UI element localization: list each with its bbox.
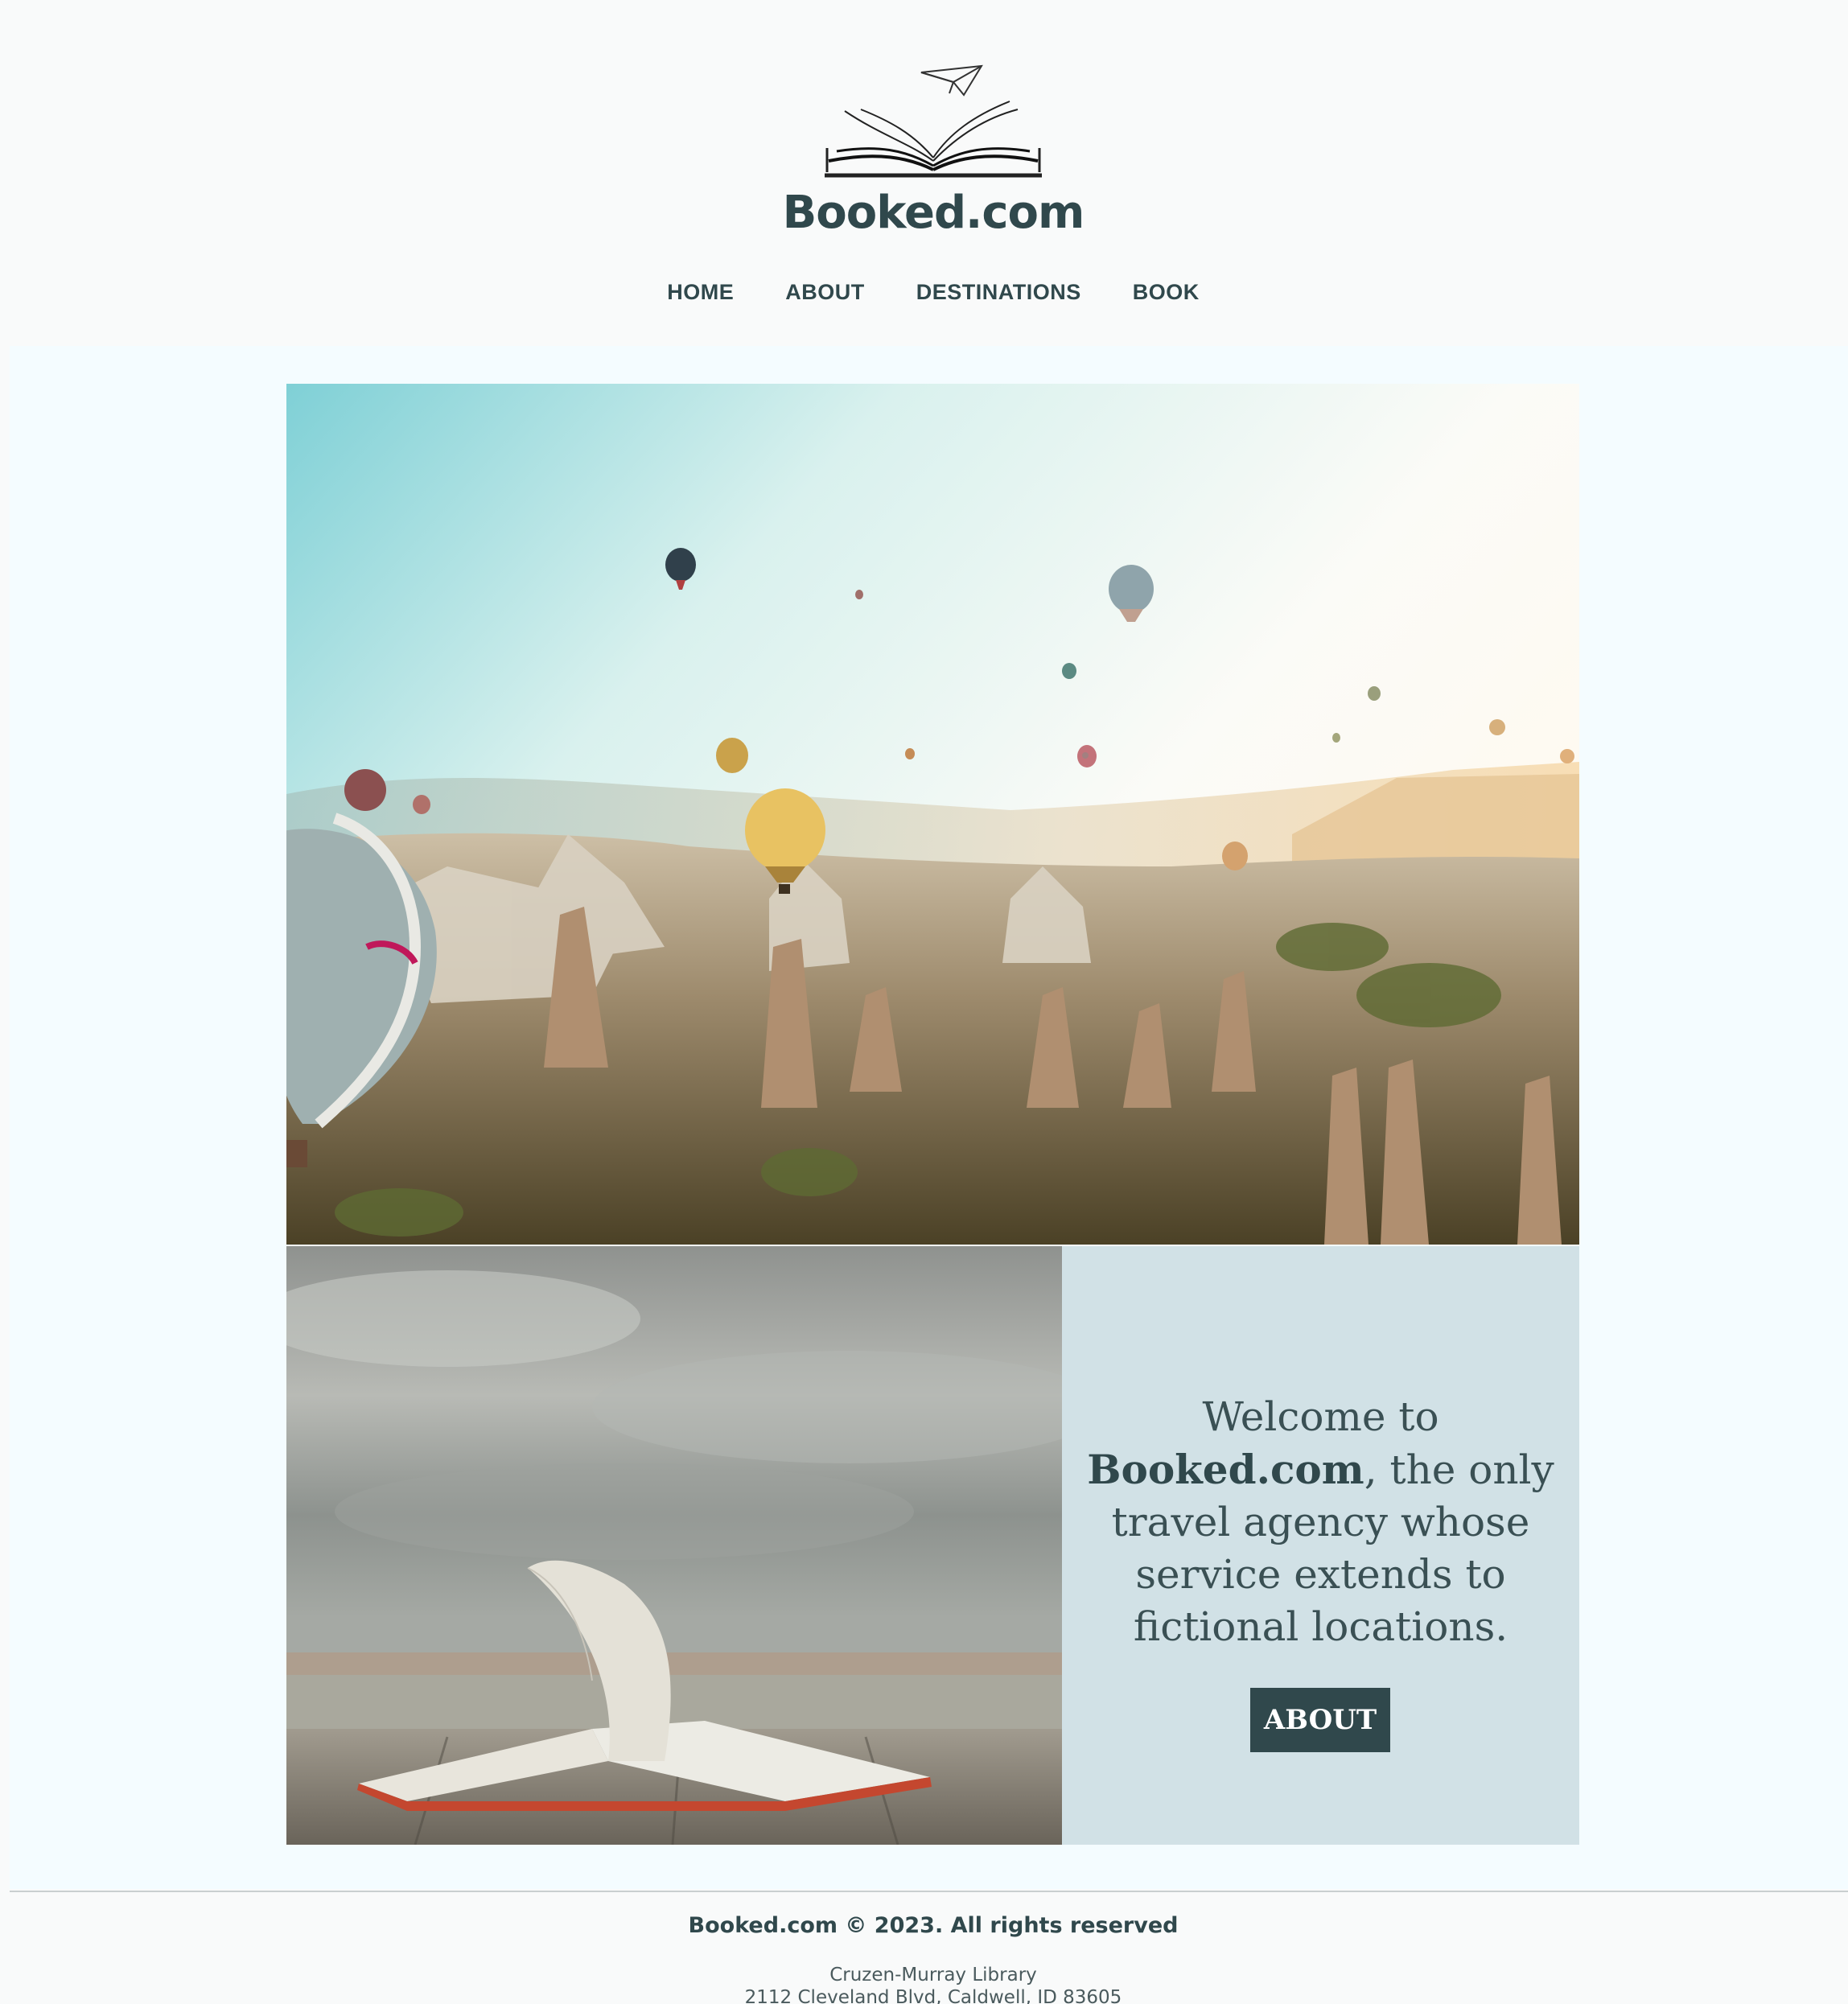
welcome-message: Welcome to Booked.com, the only travel a… xyxy=(1086,1391,1555,1653)
hero-image xyxy=(286,384,1579,1245)
about-button[interactable]: ABOUT xyxy=(1250,1688,1390,1752)
open-book-paper-plane-logo[interactable] xyxy=(821,63,1046,183)
welcome-panel: Welcome to Booked.com, the only travel a… xyxy=(1062,1246,1579,1845)
book-image xyxy=(286,1246,1062,1845)
site-title[interactable]: Booked.com xyxy=(0,187,1848,239)
nav-about[interactable]: ABOUT xyxy=(784,280,866,305)
footer-address-line1: Cruzen-Murray Library xyxy=(829,1965,1037,1985)
footer-address-line2: 2112 Cleveland Blvd, Caldwell, ID 83605 xyxy=(744,1987,1122,2004)
welcome-prefix: Welcome to xyxy=(1202,1393,1439,1440)
footer-copyright: Booked.com © 2023. All rights reserved xyxy=(688,1913,1179,1938)
page: Booked.com HOME ABOUT DESTINATIONS BOOK xyxy=(0,0,1848,2004)
nav-home[interactable]: HOME xyxy=(665,280,735,305)
nav-book[interactable]: BOOK xyxy=(1131,280,1201,305)
main-nav: HOME ABOUT DESTINATIONS BOOK xyxy=(0,280,1848,305)
site-header: Booked.com xyxy=(0,0,1848,241)
nav-destinations[interactable]: DESTINATIONS xyxy=(915,280,1083,305)
footer-divider xyxy=(10,1891,1848,1892)
welcome-brand: Booked.com xyxy=(1087,1446,1364,1493)
open-book-on-pier-illustration xyxy=(286,1246,1062,1845)
balloons-landscape-illustration xyxy=(286,384,1579,1245)
